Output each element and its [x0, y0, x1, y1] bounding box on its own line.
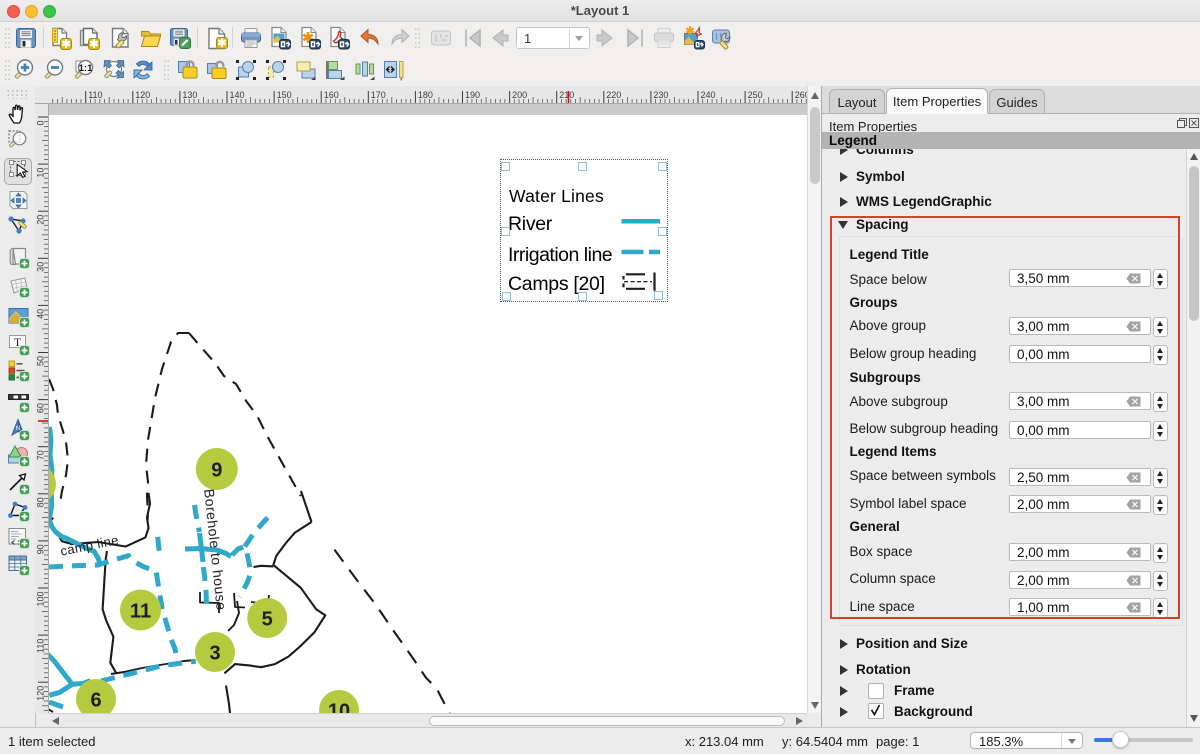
svg-text:100: 100 [36, 592, 46, 607]
svg-text:210: 210 [559, 90, 574, 100]
svg-text:130: 130 [182, 90, 197, 100]
svg-text:✱: ✱ [61, 38, 70, 50]
svg-text:250: 250 [748, 90, 763, 100]
svg-text:190: 190 [465, 90, 480, 100]
svg-text:200: 200 [512, 90, 527, 100]
svg-text:1:1: 1:1 [79, 63, 93, 74]
svg-text:✱: ✱ [89, 38, 98, 50]
svg-text:220: 220 [606, 90, 621, 100]
svg-text:110: 110 [36, 639, 46, 653]
svg-text:150: 150 [277, 90, 292, 100]
svg-text:3: 3 [209, 643, 220, 665]
svg-text:110: 110 [88, 90, 102, 100]
svg-text:240: 240 [701, 90, 716, 100]
svg-text:10: 10 [328, 701, 350, 714]
svg-text:N: N [16, 426, 20, 432]
svg-text:120: 120 [135, 90, 150, 100]
svg-text:9: 9 [211, 460, 222, 482]
svg-text:140: 140 [230, 90, 245, 100]
svg-text:✱: ✱ [217, 37, 226, 49]
svg-text:120: 120 [36, 686, 46, 701]
svg-text:5: 5 [262, 609, 273, 631]
svg-text:160: 160 [324, 90, 339, 100]
svg-text:230: 230 [653, 90, 668, 100]
svg-text:6: 6 [90, 690, 101, 712]
svg-text:170: 170 [371, 90, 386, 100]
svg-text:11: 11 [130, 601, 151, 623]
svg-text:0: 0 [36, 121, 46, 126]
svg-text:✱: ✱ [685, 26, 694, 38]
svg-text:180: 180 [418, 90, 433, 100]
